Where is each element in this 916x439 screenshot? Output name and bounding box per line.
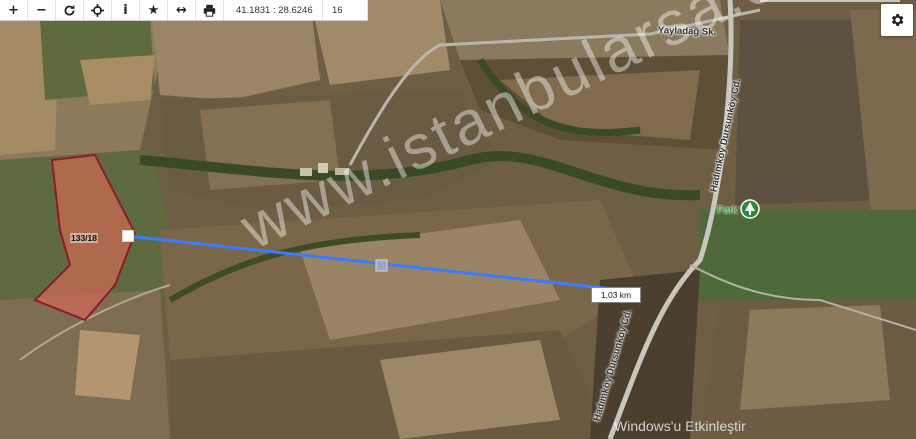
measure-start-handle[interactable]	[121, 229, 135, 243]
refresh-button[interactable]	[56, 0, 84, 20]
road-label-yayladag: Yayladağ Sk.	[657, 24, 717, 39]
zoom-out-button[interactable]: −	[28, 0, 56, 20]
print-icon	[203, 4, 216, 17]
zoom-level-readout: 16	[323, 0, 368, 20]
star-icon: ★	[147, 2, 160, 18]
zoom-in-button[interactable]: +	[0, 0, 28, 20]
map-toolbar: + − i ★ ↔ 41.1831 : 28.6246 16	[0, 0, 368, 21]
refresh-icon	[64, 4, 75, 15]
distance-label: 1,03 km	[591, 287, 641, 303]
coordinates-readout: 41.1831 : 28.6246	[224, 0, 323, 20]
park-label: Park	[717, 205, 738, 216]
windows-activation-notice: Windows'u Etkinleştir	[614, 418, 746, 434]
measure-mid-handle[interactable]	[375, 259, 388, 272]
measure-icon: ↔	[176, 2, 187, 18]
zoom-in-icon: +	[8, 2, 19, 18]
satellite-map[interactable]	[0, 0, 916, 439]
park-tree-icon[interactable]	[740, 199, 760, 219]
zoom-out-icon: −	[36, 2, 47, 18]
settings-button[interactable]	[881, 4, 913, 36]
parcel-label: 133/18	[70, 233, 98, 243]
print-button[interactable]	[196, 0, 224, 20]
info-button[interactable]: i	[112, 0, 140, 20]
crosshair-icon	[91, 3, 104, 17]
favorite-button[interactable]: ★	[140, 0, 168, 20]
measure-button[interactable]: ↔	[168, 0, 196, 20]
locate-button[interactable]	[84, 0, 112, 20]
gear-icon	[891, 14, 904, 26]
info-icon: i	[123, 2, 128, 18]
